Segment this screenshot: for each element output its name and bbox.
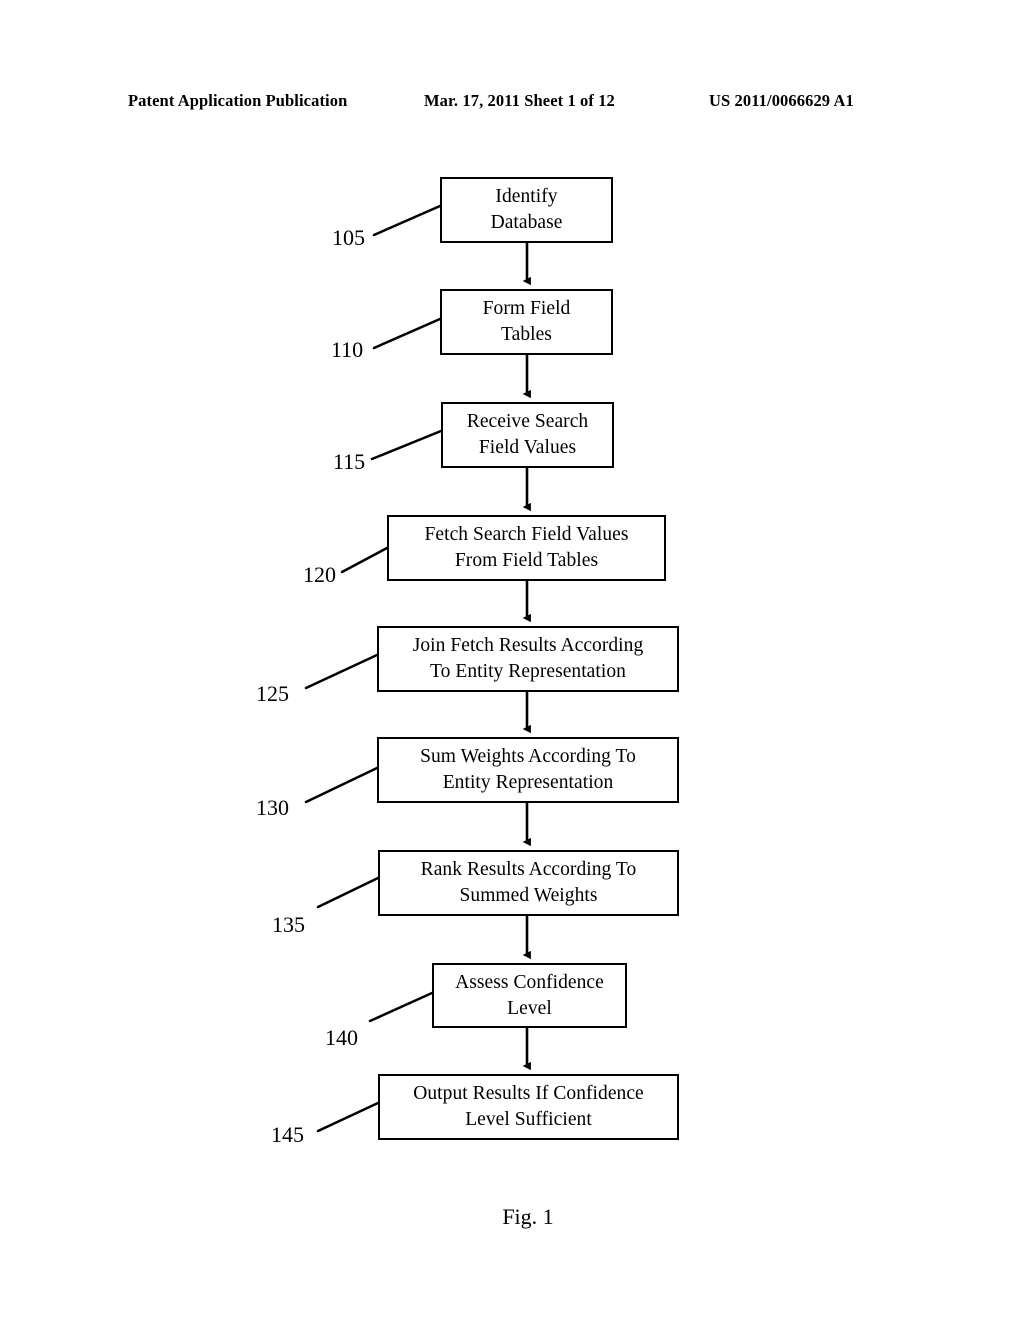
reference-numeral-135: 135 — [272, 912, 305, 937]
figure-caption: Fig. 1 — [0, 1203, 1024, 1231]
reference-numeral-120: 120 — [303, 562, 336, 587]
flow-node-145[interactable]: Output Results If Confidence Level Suffi… — [378, 1074, 679, 1140]
flow-node-140[interactable]: Assess Confidence Level — [432, 963, 627, 1028]
flow-node-115-label: Receive Search Field Values — [466, 411, 589, 458]
leader-line-135 — [316, 876, 380, 909]
flow-node-130[interactable]: Sum Weights According To Entity Represen… — [377, 737, 679, 803]
flow-node-125[interactable]: Join Fetch Results According To Entity R… — [377, 626, 679, 692]
flow-node-115[interactable]: Receive Search Field Values — [441, 402, 614, 468]
reference-numeral-115: 115 — [333, 449, 366, 474]
leader-line-110 — [372, 317, 442, 350]
reference-numeral-125: 125 — [256, 681, 289, 706]
flow-node-120-label: Fetch Search Field Values From Field Tab… — [424, 524, 629, 571]
flow-node-135-label: Rank Results According To Summed Weights — [420, 859, 637, 906]
flow-node-125-label: Join Fetch Results According To Entity R… — [412, 635, 644, 682]
leader-line-115 — [370, 429, 443, 461]
flow-node-130-label: Sum Weights According To Entity Represen… — [420, 746, 636, 793]
flow-node-110[interactable]: Form Field Tables — [440, 289, 613, 355]
flow-node-120[interactable]: Fetch Search Field Values From Field Tab… — [387, 515, 666, 581]
figure-caption-text: Fig. 1 — [502, 1204, 554, 1229]
leader-line-145 — [316, 1101, 380, 1133]
reference-numeral-110: 110 — [331, 337, 364, 362]
leader-line-140 — [368, 991, 434, 1023]
reference-numeral-140: 140 — [325, 1025, 358, 1050]
flow-node-140-label: Assess Confidence Level — [455, 971, 604, 1019]
flow-node-145-label: Output Results If Confidence Level Suffi… — [413, 1083, 644, 1130]
flow-node-105-label: Identify Database — [490, 186, 563, 233]
reference-numeral-105: 105 — [332, 225, 365, 250]
reference-numeral-145: 145 — [271, 1122, 304, 1147]
leader-line-130 — [304, 766, 379, 804]
flow-node-110-label: Form Field Tables — [482, 298, 571, 345]
reference-numeral-130: 130 — [256, 795, 289, 820]
leader-line-105 — [372, 204, 442, 237]
flow-node-135[interactable]: Rank Results According To Summed Weights — [378, 850, 679, 916]
leader-line-125 — [304, 653, 379, 690]
flowchart-diagram: Identify Database Form Field Tables Rece… — [0, 0, 1024, 1320]
flow-node-105[interactable]: Identify Database — [440, 177, 613, 243]
leader-line-120 — [340, 546, 389, 574]
